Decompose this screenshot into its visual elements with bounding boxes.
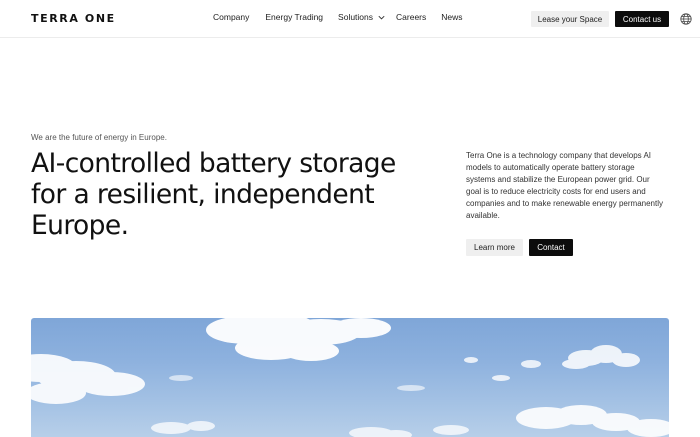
globe-icon[interactable] xyxy=(680,13,692,25)
nav-item-solutions[interactable]: Solutions xyxy=(338,12,386,22)
nav-item-solutions-label: Solutions xyxy=(338,12,374,22)
hero-headline: AI-controlled battery storage for a resi… xyxy=(31,148,396,241)
main-nav: Company Energy Trading Solutions Careers… xyxy=(213,12,463,22)
contact-button[interactable]: Contact xyxy=(529,239,573,256)
contact-us-button[interactable]: Contact us xyxy=(615,11,669,27)
cloud-illustration xyxy=(31,318,669,437)
lease-your-space-button[interactable]: Lease your Space xyxy=(531,11,609,27)
hero-sky-image xyxy=(31,318,669,437)
learn-more-button[interactable]: Learn more xyxy=(466,239,523,256)
nav-item-news[interactable]: News xyxy=(441,12,462,22)
nav-item-energy-trading[interactable]: Energy Trading xyxy=(265,12,323,22)
terra-one-logo[interactable]: TERRA ONE xyxy=(31,12,116,25)
nav-item-company[interactable]: Company xyxy=(213,12,249,22)
hero-description: Terra One is a technology company that d… xyxy=(466,151,664,220)
nav-item-careers[interactable]: Careers xyxy=(396,12,426,22)
chevron-down-icon xyxy=(378,15,385,19)
hero-kicker: We are the future of energy in Europe. xyxy=(31,133,167,142)
site-header: TERRA ONE Company Energy Trading Solutio… xyxy=(0,0,700,38)
